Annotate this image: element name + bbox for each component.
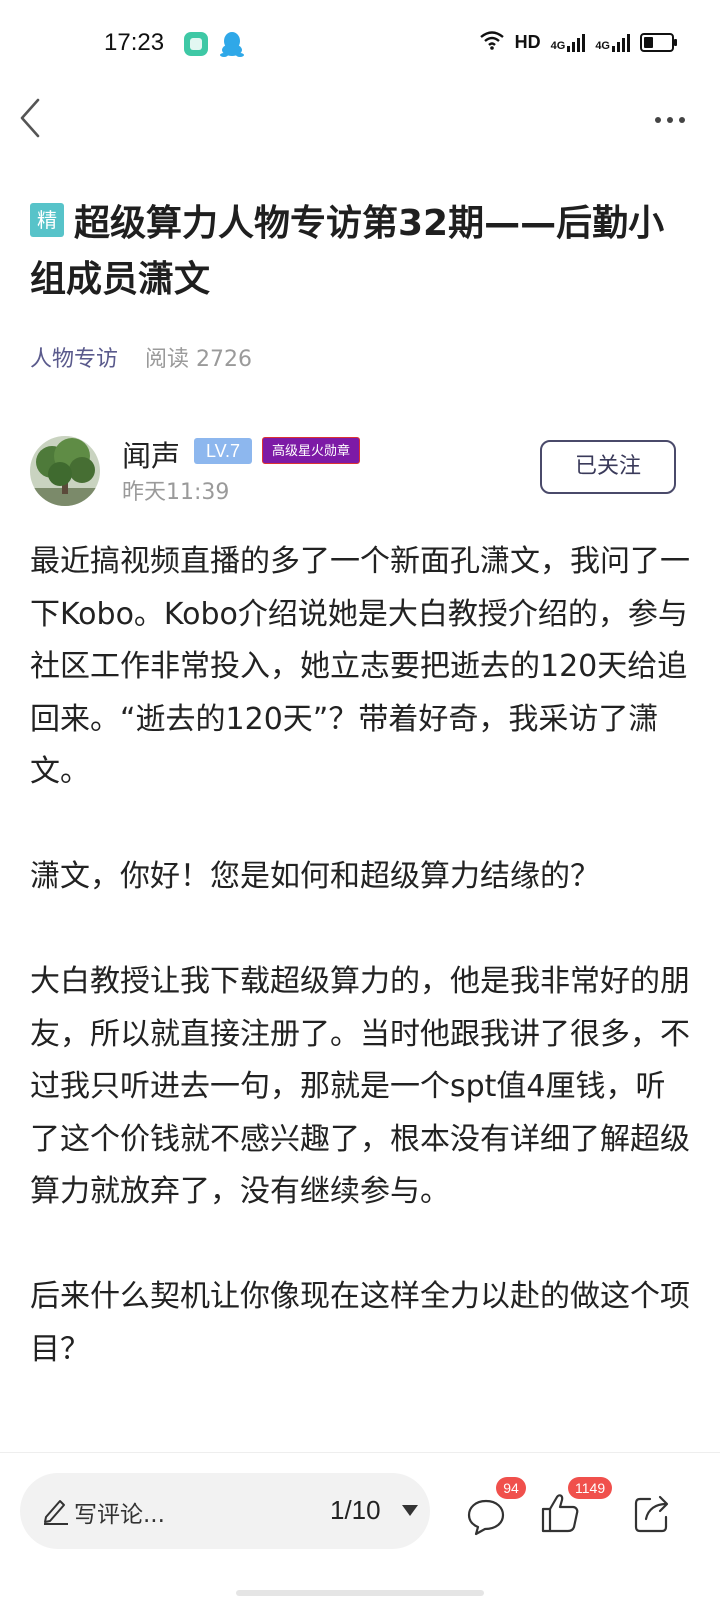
qq-icon [220,31,244,57]
caret-down-icon[interactable] [402,1505,418,1516]
post-title: 精超级算力人物专访第32期——后勤小组成员潇文 [30,196,670,308]
paragraph: 潇文，你好！您是如何和超级算力结缘的？ [30,859,600,894]
hd-indicator: HD [514,32,541,52]
signal-icon-2: 4G [595,33,630,52]
post-title-text: 超级算力人物专访第32期——后勤小组成员潇文 [30,203,665,300]
like-count-badge: 1149 [568,1477,613,1499]
paragraph: 最近搞视频直播的多了一个新面孔潇文，我问了一下Kobo。Kobo介绍说她是大白教… [30,544,690,789]
comment-input[interactable]: 写评论... 1/10 [20,1473,430,1549]
app-notification-icon [184,32,208,56]
paragraph: 后来什么契机让你像现在这样全力以赴的做这个项目？ [30,1279,690,1367]
featured-badge: 精 [30,203,64,237]
article-body: 最近搞视频直播的多了一个新面孔潇文，我问了一下Kobo。Kobo介绍说她是大白教… [30,536,690,1429]
more-dots-icon [655,117,685,123]
medal-badge: 高级星火勋章 [262,437,360,464]
chevron-left-icon [20,98,40,138]
category-link[interactable]: 人物专访 [30,347,118,372]
comment-icon[interactable] [466,1497,506,1537]
author-name[interactable]: 闻声 [122,433,180,475]
follow-button[interactable]: 已关注 [540,440,676,494]
signal-icon-1: 4G [551,33,586,52]
share-icon[interactable] [632,1493,672,1533]
battery-icon [640,33,677,52]
home-indicator[interactable] [236,1590,484,1596]
back-button[interactable] [14,96,54,140]
pen-icon [42,1495,70,1525]
more-options-button[interactable] [652,108,692,132]
status-indicators: HD 4G 4G [479,30,677,55]
bottom-action-bar: 写评论... 1/10 94 1149 [0,1452,720,1601]
level-badge: LV.7 [194,438,252,464]
post-meta: 人物专访 阅读 2726 [30,341,252,373]
comment-count-badge: 94 [496,1477,526,1499]
post-time: 昨天11:39 [122,480,230,505]
read-count: 阅读 2726 [145,347,252,372]
paragraph: 大白教授让我下载超级算力的，他是我非常好的朋友，所以就直接注册了。当时他跟我讲了… [30,964,690,1209]
status-bar: 17:23 HD 4G 4G [0,0,720,90]
page-indicator[interactable]: 1/10 [330,1495,381,1526]
comment-placeholder: 写评论... [74,1502,165,1528]
wifi-icon [479,30,505,55]
avatar[interactable] [30,436,100,506]
status-time: 17:23 [104,29,165,56]
